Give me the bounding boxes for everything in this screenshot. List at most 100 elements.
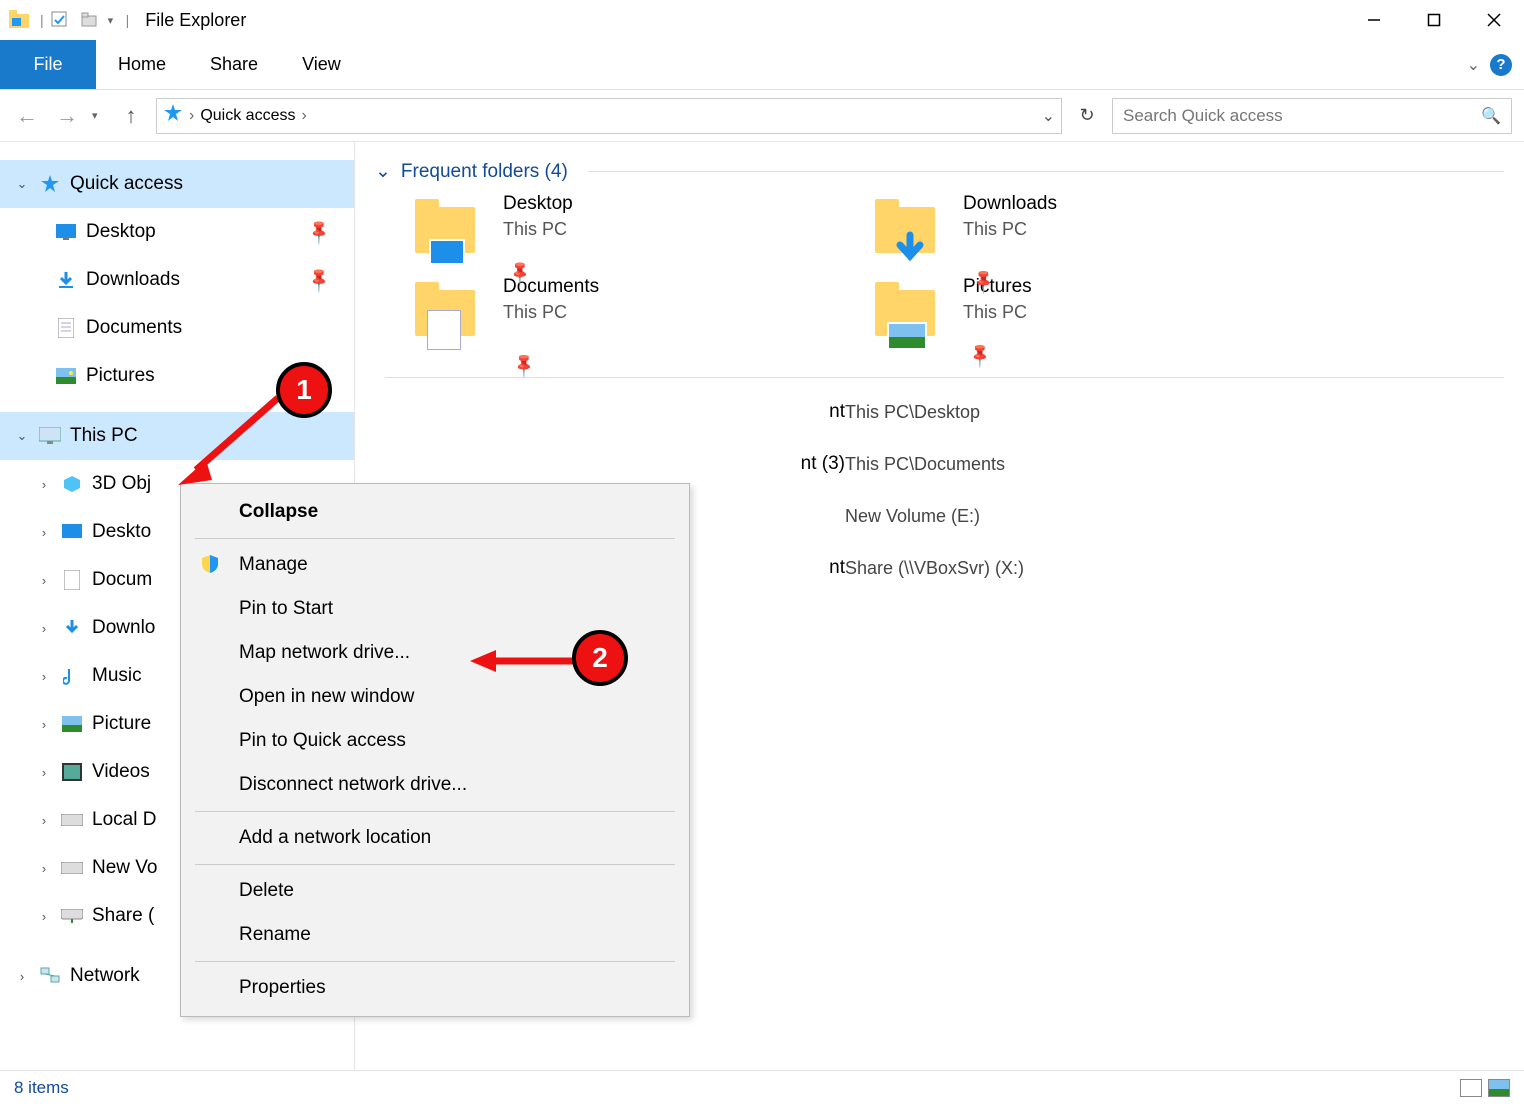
- tree-label: Deskto: [92, 521, 151, 543]
- separator: |: [40, 12, 44, 28]
- address-bar[interactable]: › Quick access › ⌄: [156, 98, 1062, 134]
- menu-item[interactable]: Delete: [183, 869, 687, 913]
- folder-item[interactable]: Documents This PC 📌: [415, 276, 835, 349]
- breadcrumb-chevron-icon[interactable]: ›: [301, 107, 306, 125]
- menu-item[interactable]: Add a network location: [183, 816, 687, 860]
- search-icon[interactable]: 🔍: [1481, 106, 1501, 126]
- tree-label: Share (: [92, 905, 154, 927]
- history-dropdown-icon[interactable]: ▾: [92, 109, 106, 122]
- desktop-icon: [54, 220, 78, 244]
- forward-button[interactable]: →: [52, 101, 82, 131]
- menu-item-label: Open in new window: [239, 686, 414, 708]
- folder-item[interactable]: Desktop This PC 📌: [415, 193, 835, 266]
- close-button[interactable]: [1464, 2, 1524, 38]
- item-icon: [60, 568, 84, 592]
- expand-icon[interactable]: ›: [36, 717, 52, 732]
- item-icon: [60, 520, 84, 544]
- menu-separator: [195, 961, 675, 962]
- menu-item[interactable]: Properties: [183, 966, 687, 1010]
- tree-item-desktop[interactable]: Desktop 📌: [0, 208, 354, 256]
- shield-icon: [199, 553, 223, 577]
- up-button[interactable]: ↑: [116, 101, 146, 131]
- thumbnails-view-button[interactable]: [1488, 1079, 1510, 1097]
- expand-icon[interactable]: ›: [36, 573, 52, 588]
- expand-icon[interactable]: ›: [36, 621, 52, 636]
- tree-label: Music: [92, 665, 142, 687]
- recent-file-name: nt (3): [375, 453, 845, 475]
- pin-icon: 📌: [305, 265, 334, 294]
- item-icon: [60, 712, 84, 736]
- menu-item-label: Rename: [239, 924, 311, 946]
- item-icon: [60, 904, 84, 928]
- expand-icon[interactable]: ›: [36, 861, 52, 876]
- menu-item[interactable]: Disconnect network drive...: [183, 763, 687, 807]
- expand-icon[interactable]: ›: [36, 765, 52, 780]
- status-bar: 8 items: [0, 1070, 1524, 1104]
- menu-item[interactable]: Pin to Start: [183, 587, 687, 631]
- tab-home[interactable]: Home: [96, 40, 188, 89]
- recent-file-row[interactable]: nt This PC\Desktop: [375, 386, 1504, 438]
- menu-item-label: Manage: [239, 554, 308, 576]
- expand-icon[interactable]: ›: [14, 969, 30, 984]
- network-icon: [38, 964, 62, 988]
- refresh-button[interactable]: ↻: [1072, 101, 1102, 131]
- tree-item-downloads[interactable]: Downloads 📌: [0, 256, 354, 304]
- tree-this-pc[interactable]: ⌄ This PC: [0, 412, 354, 460]
- details-view-button[interactable]: [1460, 1079, 1482, 1097]
- expand-icon[interactable]: ›: [36, 909, 52, 924]
- expand-icon[interactable]: ›: [36, 669, 52, 684]
- folder-item[interactable]: Downloads This PC 📌: [875, 193, 1295, 266]
- back-button[interactable]: ←: [12, 101, 42, 131]
- picture-icon: [54, 364, 78, 388]
- folder-name: Downloads: [963, 193, 1057, 215]
- help-button[interactable]: ?: [1490, 54, 1512, 76]
- qat-properties-icon[interactable]: [48, 8, 72, 32]
- tree-item-documents[interactable]: Documents: [0, 304, 354, 352]
- menu-item[interactable]: Manage: [183, 543, 687, 587]
- folder-item[interactable]: Pictures This PC 📌: [875, 276, 1295, 349]
- folder-name: Desktop: [503, 193, 573, 215]
- search-input[interactable]: [1123, 106, 1481, 126]
- annotation-marker-2: 2: [572, 630, 628, 686]
- pin-icon: 📌: [305, 217, 334, 246]
- tree-label: Quick access: [70, 173, 183, 195]
- collapse-icon[interactable]: ⌄: [375, 160, 391, 183]
- menu-separator: [195, 811, 675, 812]
- tab-share[interactable]: Share: [188, 40, 280, 89]
- search-box[interactable]: 🔍: [1112, 98, 1512, 134]
- ribbon-chevron-icon[interactable]: ⌄: [1467, 55, 1480, 75]
- group-recent-files[interactable]: [375, 377, 1504, 378]
- file-tab[interactable]: File: [0, 40, 96, 89]
- tree-label: Downlo: [92, 617, 155, 639]
- menu-item[interactable]: Rename: [183, 913, 687, 957]
- qat-newfolder-icon[interactable]: [78, 8, 102, 32]
- collapse-icon[interactable]: ⌄: [14, 428, 30, 444]
- recent-file-path: Share (\\VBoxSvr) (X:): [845, 558, 1024, 579]
- address-dropdown-icon[interactable]: ⌄: [1042, 106, 1055, 126]
- tab-view[interactable]: View: [280, 40, 363, 89]
- qat-dropdown-icon[interactable]: ▾: [108, 14, 122, 27]
- maximize-button[interactable]: [1404, 2, 1464, 38]
- menu-item-label: Add a network location: [239, 827, 431, 849]
- minimize-button[interactable]: [1344, 2, 1404, 38]
- item-icon: [60, 808, 84, 832]
- recent-file-path: This PC\Desktop: [845, 402, 980, 423]
- expand-icon[interactable]: ›: [36, 525, 52, 540]
- collapse-icon[interactable]: ⌄: [14, 176, 30, 192]
- menu-item[interactable]: Pin to Quick access: [183, 719, 687, 763]
- breadcrumb-root[interactable]: Quick access: [200, 107, 295, 125]
- menu-item[interactable]: Collapse: [183, 490, 687, 534]
- tree-quick-access[interactable]: ⌄ Quick access: [0, 160, 354, 208]
- expand-icon[interactable]: ›: [36, 477, 52, 492]
- annotation-arrow-2: [470, 648, 580, 674]
- context-menu: CollapseManagePin to StartMap network dr…: [180, 483, 690, 1017]
- breadcrumb-chevron-icon[interactable]: ›: [189, 107, 194, 125]
- pin-star-icon: [163, 103, 183, 128]
- expand-icon[interactable]: ›: [36, 813, 52, 828]
- group-frequent-folders[interactable]: ⌄ Frequent folders (4): [375, 160, 1504, 183]
- menu-item-label: Pin to Quick access: [239, 730, 406, 752]
- annotation-marker-1: 1: [276, 362, 332, 418]
- recent-file-name: nt: [375, 401, 845, 423]
- computer-icon: [38, 424, 62, 448]
- menu-separator: [195, 864, 675, 865]
